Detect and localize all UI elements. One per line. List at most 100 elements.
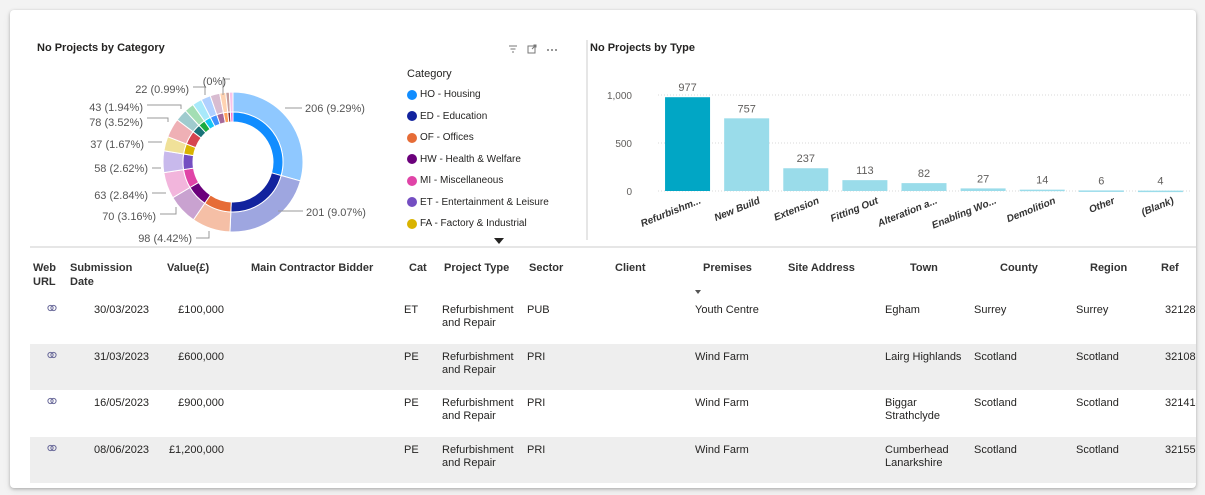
- focus-mode-icon[interactable]: [527, 44, 537, 54]
- cell-cat: PE: [404, 350, 419, 363]
- x-tick-label: Demolition: [1005, 196, 1057, 226]
- bar[interactable]: [1078, 190, 1124, 192]
- column-header-client[interactable]: Client: [615, 261, 646, 275]
- cell-project-type: Refurbishment and Repair: [442, 350, 514, 376]
- legend-label: ED - Education: [420, 110, 488, 122]
- bar[interactable]: [960, 188, 1006, 191]
- filter-icon[interactable]: [508, 44, 518, 54]
- legend-scroll-down-icon[interactable]: [494, 238, 504, 244]
- cell-value: £900,000: [178, 397, 224, 409]
- donut-inner-segment[interactable]: [182, 153, 195, 171]
- column-header-web-url[interactable]: Web URL: [33, 261, 63, 289]
- donut-data-label: (0%): [203, 76, 226, 88]
- legend-item[interactable]: FA - Factory & Industrial: [407, 213, 549, 235]
- donut-outer-segment[interactable]: [162, 150, 185, 174]
- bar[interactable]: [783, 168, 829, 191]
- visual-header-icons: [508, 44, 558, 54]
- bar[interactable]: [665, 97, 711, 191]
- cell-county: Scotland: [974, 397, 1017, 409]
- link-icon[interactable]: [47, 304, 57, 312]
- column-header-sector[interactable]: Sector: [529, 261, 563, 275]
- sort-descending-icon[interactable]: [695, 290, 701, 294]
- donut-data-label: 37 (1.67%): [90, 139, 144, 151]
- donut-chart: 206 (9.29%) 201 (9.07%) 98 (4.42%) 70 (3.16…: [89, 76, 366, 245]
- bar-data-label: 113: [856, 165, 874, 177]
- cell-town: Egham: [885, 304, 920, 316]
- bar[interactable]: [724, 118, 770, 191]
- table-row[interactable]: 16/05/2023 £900,000 PE Refurbishment and Re…: [30, 390, 1196, 437]
- column-header-premises[interactable]: Premises: [703, 261, 752, 275]
- more-options-icon[interactable]: [546, 44, 558, 54]
- cell-submission-date: 31/03/2023: [94, 350, 150, 363]
- link-icon[interactable]: [47, 351, 57, 359]
- x-tick-label: Fitting Out: [829, 195, 881, 224]
- bar-data-label: 6: [1098, 175, 1104, 187]
- bar-data-label: 977: [678, 82, 696, 94]
- cell-region: Scotland: [1076, 397, 1119, 409]
- x-tick-label: Refurbishm...: [639, 196, 702, 230]
- link-icon[interactable]: [47, 397, 57, 405]
- legend-item[interactable]: ET - Entertainment & Leisure: [407, 192, 549, 214]
- legend-item[interactable]: OF - Offices: [407, 127, 549, 149]
- legend-item[interactable]: HW - Health & Welfare: [407, 149, 549, 171]
- donut-inner-segment[interactable]: [229, 111, 234, 123]
- cell-town: Lairg Highlands: [885, 350, 962, 363]
- cell-ref: 321285: [1165, 304, 1196, 316]
- visual-divider-horizontal: [30, 246, 1196, 248]
- legend-label: FA - Factory & Industrial: [420, 218, 527, 230]
- cell-project-type: Refurbishment and Repair: [442, 443, 514, 469]
- table-row[interactable]: 30/03/2023 £100,000 ET Refurbishment and Re…: [30, 297, 1196, 344]
- legend-marker: [407, 132, 417, 143]
- legend-label: ET - Entertainment & Leisure: [420, 196, 549, 208]
- legend-title: Category: [407, 68, 452, 80]
- bar-data-label: 82: [918, 168, 930, 180]
- column-header-ref[interactable]: Ref: [1161, 261, 1179, 275]
- bar-data-label: 237: [797, 153, 815, 165]
- y-tick-label: 500: [615, 139, 632, 150]
- x-tick-label: (Blank): [1140, 195, 1176, 218]
- cell-value: £1,200,000: [168, 443, 224, 456]
- cell-sector: PRI: [527, 397, 546, 409]
- column-header-value[interactable]: Value(£): [167, 261, 209, 275]
- column-header-county[interactable]: County: [1000, 261, 1038, 275]
- column-header-region[interactable]: Region: [1090, 261, 1127, 275]
- column-header-town[interactable]: Town: [910, 261, 938, 275]
- bar-data-label: 27: [977, 173, 989, 185]
- donut-leader-line: [147, 117, 169, 122]
- donut-data-label: 43 (1.94%): [89, 102, 143, 114]
- bar[interactable]: [901, 183, 947, 191]
- x-tick-label: Enabling Wo...: [930, 196, 998, 232]
- bar-data-label: 14: [1036, 175, 1048, 187]
- donut-outer-segment[interactable]: [228, 91, 234, 113]
- bar[interactable]: [1137, 190, 1183, 193]
- bar[interactable]: [842, 180, 888, 191]
- legend-item[interactable]: ED - Education: [407, 106, 549, 128]
- category-legend: Category HO - Housing ED - Education OF - …: [407, 68, 549, 235]
- cell-town: Cumberhead Lanarkshire: [885, 443, 949, 469]
- donut-leader-line: [196, 231, 210, 239]
- column-header-cat[interactable]: Cat: [409, 261, 427, 275]
- column-header-project-type[interactable]: Project Type: [444, 261, 509, 275]
- column-header-site-address[interactable]: Site Address: [788, 261, 855, 275]
- projects-table: Web URL Submission Date Value(£) Main Co…: [30, 257, 1196, 483]
- bar-chart: 0 500 1,000 977 Refurbishm... 757 New Build 237…: [607, 82, 1190, 232]
- cell-region: Scotland: [1076, 443, 1119, 456]
- donut-leader-line: [160, 207, 177, 215]
- column-header-main-contractor[interactable]: Main Contractor Bidder: [251, 261, 373, 275]
- link-icon[interactable]: [47, 444, 57, 452]
- table-row[interactable]: 08/06/2023 £1,200,000 PE Refurbishment and …: [30, 436, 1196, 483]
- legend-item[interactable]: HO - Housing: [407, 84, 549, 106]
- cell-cat: ET: [404, 304, 419, 316]
- table-row[interactable]: 31/03/2023 £600,000 PE Refurbishment and Re…: [30, 343, 1196, 390]
- y-tick-label: 0: [626, 187, 632, 198]
- bar[interactable]: [1019, 189, 1065, 192]
- legend-item[interactable]: MI - Miscellaneous: [407, 170, 549, 192]
- donut-data-label: 98 (4.42%): [138, 233, 192, 245]
- cell-premises: Wind Farm: [695, 397, 749, 409]
- legend-marker: [407, 197, 417, 208]
- column-header-submission-date[interactable]: Submission Date: [70, 261, 140, 289]
- legend-label: HO - Housing: [420, 89, 481, 101]
- cell-project-type: Refurbishment and Repair: [442, 397, 514, 422]
- legend-marker: [407, 154, 417, 165]
- cell-submission-date: 30/03/2023: [94, 304, 150, 316]
